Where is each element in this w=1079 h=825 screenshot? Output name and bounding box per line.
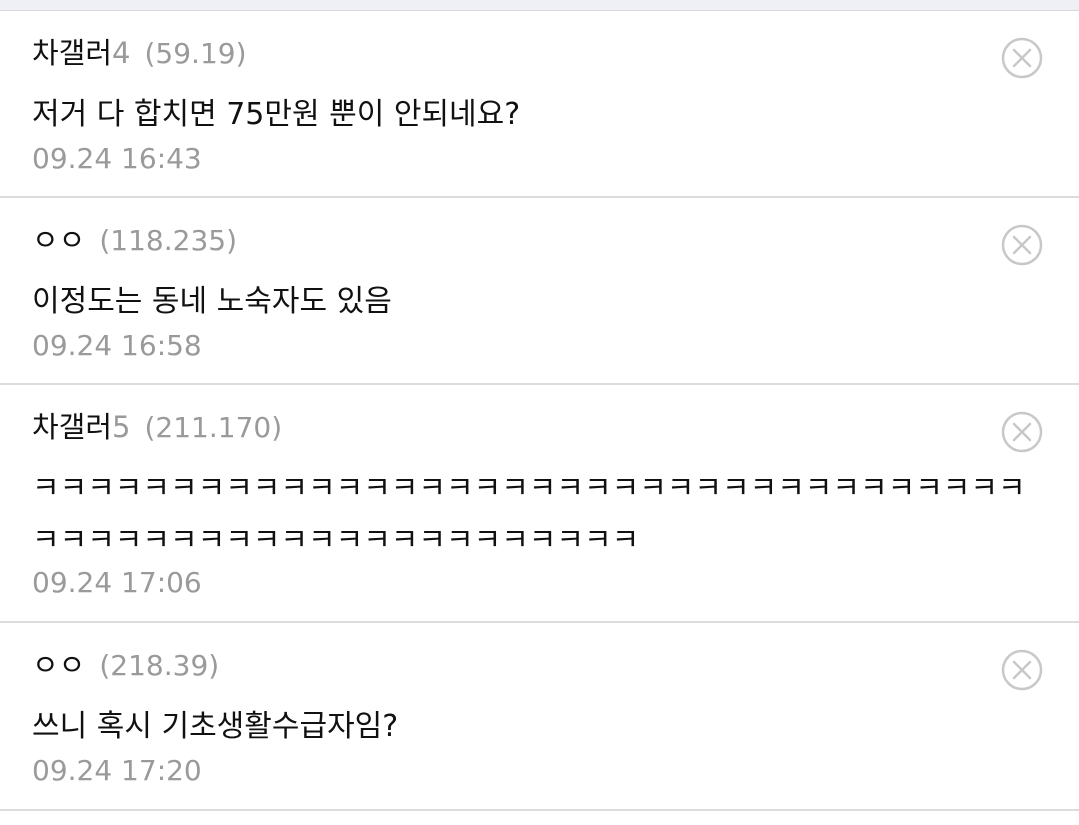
comment-item: 차갤러5 (211.170) ㅋㅋㅋㅋㅋㅋㅋㅋㅋㅋㅋㅋㅋㅋㅋㅋㅋㅋㅋㅋㅋㅋㅋㅋㅋㅋ…: [0, 385, 1079, 623]
close-circle-icon: [1001, 224, 1043, 266]
comment-nickname[interactable]: 차갤러: [32, 36, 112, 70]
comment-nickname[interactable]: ㅇㅇ: [32, 223, 85, 257]
comment-date: 09.24 17:06: [32, 566, 202, 599]
delete-comment-button[interactable]: [1001, 411, 1043, 453]
comment-ip: (118.235): [99, 224, 238, 257]
comment-ip: (218.39): [99, 649, 220, 682]
comment-item: 차갤러4 (59.19) 저거 다 합치면 75만원 뿐이 안되네요? 09.24…: [0, 11, 1079, 198]
comment-text: ㅋㅋㅋㅋㅋㅋㅋㅋㅋㅋㅋㅋㅋㅋㅋㅋㅋㅋㅋㅋㅋㅋㅋㅋㅋㅋㅋㅋㅋㅋㅋㅋㅋㅋㅋㅋㅋㅋㅋㅋ…: [32, 471, 1026, 558]
top-strip: [0, 0, 1079, 11]
comment-author-line: 차갤러4 (59.19): [32, 33, 247, 73]
comment-nickname-number: 4: [112, 36, 131, 70]
delete-comment-button[interactable]: [1001, 649, 1043, 691]
comment-text: 쓰니 혹시 기초생활수급자임?: [32, 709, 399, 744]
comment-nickname-number: 5: [112, 410, 131, 444]
comment-author-line: ㅇㅇ (218.39): [32, 645, 219, 685]
comment-list: 차갤러4 (59.19) 저거 다 합치면 75만원 뿐이 안되네요? 09.24…: [0, 11, 1079, 811]
comment-date: 09.24 16:58: [32, 329, 202, 362]
close-circle-icon: [1001, 649, 1043, 691]
comment-text: 이정도는 동네 노숙자도 있음: [32, 284, 392, 319]
comment-author-line: ㅇㅇ (118.235): [32, 220, 237, 260]
comment-ip: (59.19): [144, 37, 247, 70]
close-circle-icon: [1001, 411, 1043, 453]
comment-date: 09.24 16:43: [32, 142, 202, 175]
close-circle-icon: [1001, 37, 1043, 79]
comment-nickname[interactable]: 차갤러: [32, 410, 112, 444]
comment-nickname[interactable]: ㅇㅇ: [32, 648, 85, 682]
comment-item: ㅇㅇ (118.235) 이정도는 동네 노숙자도 있음 09.24 16:58: [0, 198, 1079, 385]
comment-ip: (211.170): [144, 411, 283, 444]
delete-comment-button[interactable]: [1001, 37, 1043, 79]
delete-comment-button[interactable]: [1001, 224, 1043, 266]
comment-item: ㅇㅇ (218.39) 쓰니 혹시 기초생활수급자임? 09.24 17:20: [0, 623, 1079, 811]
comment-text: 저거 다 합치면 75만원 뿐이 안되네요?: [32, 97, 521, 132]
comment-date: 09.24 17:20: [32, 754, 202, 787]
comment-author-line: 차갤러5 (211.170): [32, 407, 282, 447]
